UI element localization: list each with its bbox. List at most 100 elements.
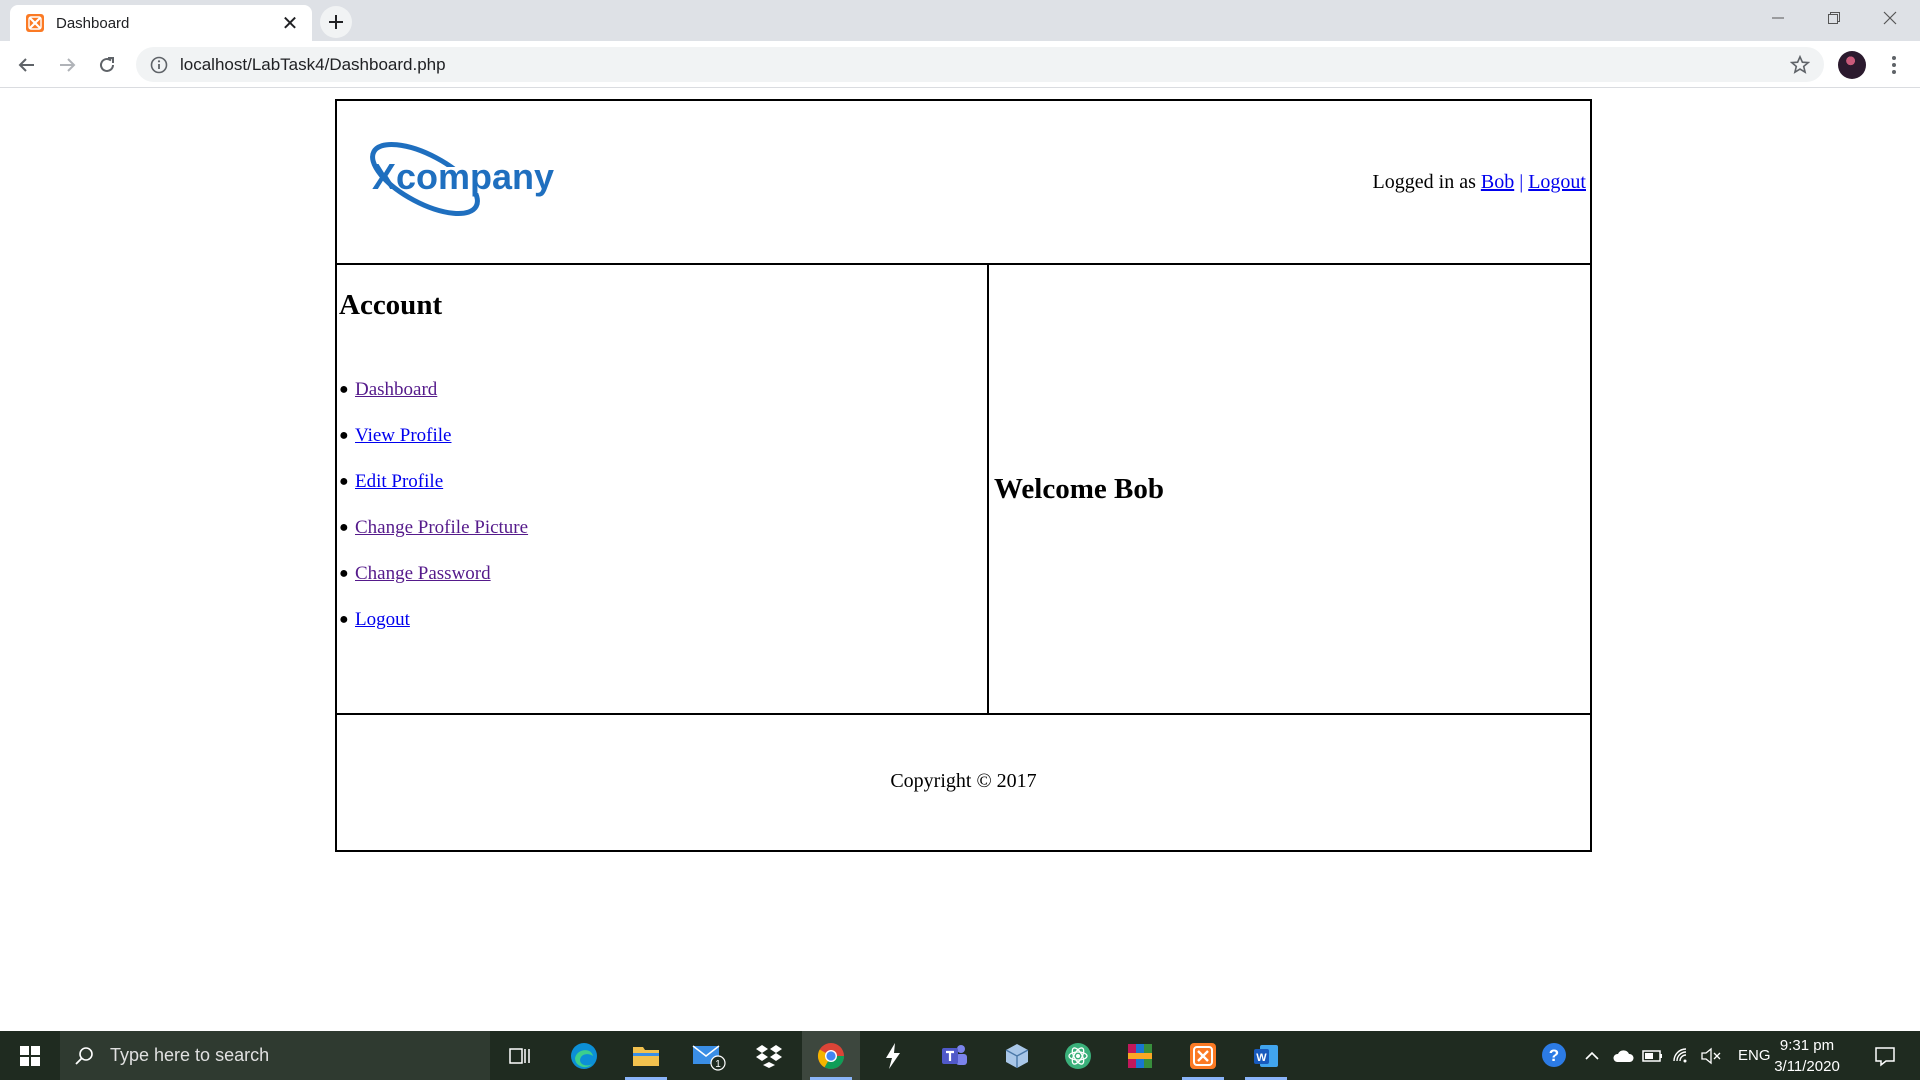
task-view-button[interactable] — [491, 1031, 549, 1080]
browser-menu-icon[interactable] — [1884, 51, 1904, 79]
battery-icon[interactable] — [1642, 1048, 1664, 1064]
wifi-icon[interactable] — [1672, 1047, 1692, 1065]
login-info: Logged in as Bob | Logout — [1373, 171, 1586, 194]
mail-icon: 1 — [692, 1044, 726, 1071]
reload-icon — [100, 57, 114, 72]
new-tab-button[interactable] — [320, 6, 352, 38]
svg-text:?: ? — [1549, 1046, 1559, 1065]
action-center-button[interactable] — [1856, 1031, 1914, 1080]
arrow-right-icon — [60, 58, 76, 72]
xampp-icon — [1190, 1042, 1216, 1069]
close-window-button[interactable] — [1862, 0, 1918, 36]
folder-icon — [633, 1046, 659, 1066]
clock-time: 9:31 pm — [1779, 1037, 1835, 1054]
taskbar-chrome[interactable] — [802, 1031, 860, 1080]
taskbar-word[interactable]: W — [1237, 1031, 1295, 1080]
chrome-icon — [817, 1042, 845, 1069]
copyright-text: Copyright © 2017 — [890, 770, 1037, 792]
close-icon — [1883, 11, 1897, 25]
browser-toolbar: localhost/LabTask4/Dashboard.php — [0, 41, 1920, 88]
menu-item-logout: ● Logout — [339, 608, 987, 654]
web-page: Xcompany Logged in as Bob | Logout Accou… — [0, 88, 1920, 1031]
volume-muted-icon[interactable] — [1700, 1047, 1722, 1065]
taskbar-sublime[interactable] — [864, 1031, 922, 1080]
taskbar-virtualbox[interactable] — [988, 1031, 1046, 1080]
winrar-icon — [1128, 1043, 1152, 1068]
bullet-icon: ● — [339, 427, 349, 444]
sidebar-logout-link[interactable]: Logout — [355, 608, 410, 632]
tab-title: Dashboard — [56, 14, 130, 32]
reload-button[interactable] — [92, 50, 122, 80]
taskbar-search-box[interactable]: Type here to search — [60, 1031, 490, 1080]
page-footer: Copyright © 2017 — [337, 715, 1590, 850]
browser-tab[interactable]: Dashboard ✕ — [10, 5, 312, 41]
close-tab-icon[interactable]: ✕ — [280, 11, 300, 36]
separator: | — [1519, 171, 1524, 193]
bullet-icon: ● — [339, 519, 349, 536]
profile-avatar[interactable] — [1838, 51, 1866, 79]
menu-item-change-password: ● Change Password — [339, 562, 987, 608]
cube-icon — [1005, 1043, 1029, 1068]
dashboard-link[interactable]: Dashboard — [355, 378, 437, 402]
xampp-favicon-icon — [26, 14, 44, 32]
start-button[interactable] — [0, 1031, 60, 1080]
system-tray: ? ENG — [1540, 1031, 1771, 1080]
welcome-heading: Welcome Bob — [994, 472, 1164, 505]
main-content: Welcome Bob — [989, 265, 1590, 713]
taskbar-edge[interactable] — [555, 1031, 613, 1080]
task-view-icon — [509, 1047, 530, 1064]
main-row: Account ● Dashboard ● View Profile ● Edi… — [337, 265, 1590, 715]
change-profile-picture-link[interactable]: Change Profile Picture — [355, 516, 528, 540]
teams-icon — [942, 1044, 967, 1065]
taskbar-clock[interactable]: 9:31 pm 3/11/2020 — [1762, 1035, 1852, 1077]
bullet-icon: ● — [339, 565, 349, 582]
bullet-icon: ● — [339, 611, 349, 628]
clock-date: 3/11/2020 — [1774, 1058, 1840, 1075]
taskbar-mail[interactable]: 1 — [680, 1031, 738, 1080]
cloud-icon[interactable] — [1612, 1048, 1634, 1064]
xcompany-logo: Xcompany — [370, 141, 567, 217]
header-logout-link[interactable]: Logout — [1528, 171, 1586, 193]
chevron-up-icon[interactable] — [1584, 1048, 1600, 1064]
menu-item-edit-profile: ● Edit Profile — [339, 470, 987, 516]
edit-profile-link[interactable]: Edit Profile — [355, 470, 443, 494]
info-icon[interactable] — [150, 56, 168, 74]
change-password-link[interactable]: Change Password — [355, 562, 491, 586]
svg-text:1: 1 — [715, 1059, 721, 1070]
taskbar-teams[interactable] — [925, 1031, 983, 1080]
lightning-icon — [886, 1042, 900, 1069]
dashboard-table: Xcompany Logged in as Bob | Logout Accou… — [335, 99, 1592, 852]
taskbar-xampp[interactable] — [1174, 1031, 1232, 1080]
atom-icon — [1065, 1042, 1091, 1069]
bookmark-star-icon[interactable] — [1790, 54, 1810, 75]
minimize-icon — [1772, 17, 1784, 19]
menu-item-dashboard: ● Dashboard — [339, 378, 987, 424]
menu-item-change-profile-picture: ● Change Profile Picture — [339, 516, 987, 562]
taskbar-dropbox[interactable] — [740, 1031, 798, 1080]
help-icon[interactable]: ? — [1540, 1041, 1570, 1071]
minimize-window-button[interactable] — [1750, 0, 1806, 36]
back-button[interactable] — [12, 50, 42, 80]
search-placeholder: Type here to search — [110, 1045, 270, 1065]
page-header: Xcompany Logged in as Bob | Logout — [337, 101, 1590, 265]
edge-icon — [571, 1042, 597, 1069]
forward-button[interactable] — [52, 50, 82, 80]
browser-tab-strip: Dashboard ✕ — [0, 0, 1920, 41]
notification-icon — [1875, 1046, 1895, 1067]
address-bar[interactable]: localhost/LabTask4/Dashboard.php — [136, 47, 1824, 82]
url-text[interactable]: localhost/LabTask4/Dashboard.php — [180, 55, 1790, 75]
restore-window-button[interactable] — [1806, 0, 1862, 36]
user-link[interactable]: Bob — [1481, 171, 1514, 193]
bullet-icon: ● — [339, 473, 349, 490]
view-profile-link[interactable]: View Profile — [355, 424, 451, 448]
logged-in-label: Logged in as — [1372, 171, 1476, 193]
taskbar-atom[interactable] — [1049, 1031, 1107, 1080]
search-icon — [75, 1046, 93, 1065]
restore-icon — [1828, 12, 1840, 24]
bullet-icon: ● — [339, 381, 349, 398]
taskbar-file-explorer[interactable] — [617, 1031, 675, 1080]
account-sidebar: Account ● Dashboard ● View Profile ● Edi… — [337, 265, 989, 713]
arrow-left-icon — [18, 58, 34, 72]
windows-taskbar: Type here to search 1 W ? ENG 9:31 pm 3/… — [0, 1031, 1920, 1080]
taskbar-winrar[interactable] — [1111, 1031, 1169, 1080]
